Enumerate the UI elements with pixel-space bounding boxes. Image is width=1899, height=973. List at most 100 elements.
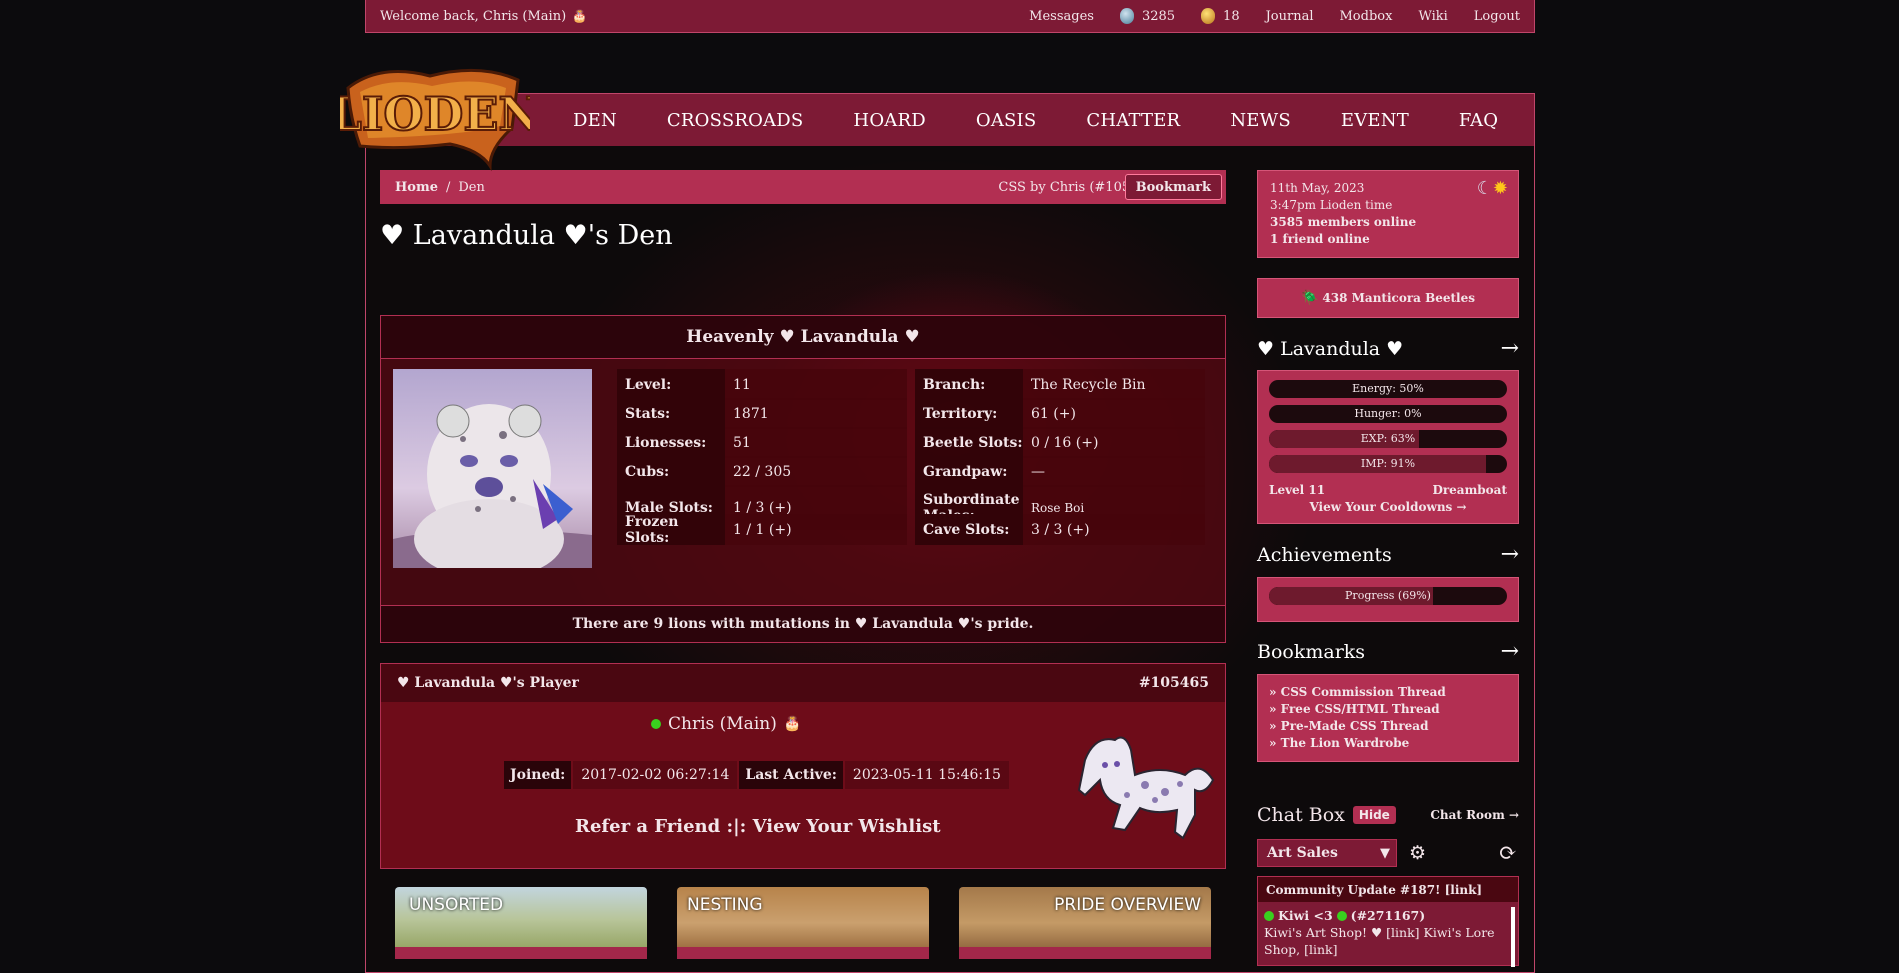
lion-stat-label: Grandpaw: bbox=[915, 456, 1023, 487]
lion-stat-bar: Hunger: 0% bbox=[1269, 405, 1507, 423]
lion-stat-label: Beetle Slots: bbox=[915, 427, 1023, 458]
chat-room-select[interactable]: Art Sales ▼ bbox=[1257, 839, 1397, 867]
player-header: ♥ Lavandula ♥'s Player bbox=[397, 675, 579, 691]
gold-beetle-icon bbox=[1201, 8, 1216, 24]
modbox-link[interactable]: Modbox bbox=[1340, 9, 1393, 24]
nav-event[interactable]: EVENT bbox=[1341, 110, 1409, 131]
moon-icon: ☾ bbox=[1476, 178, 1493, 199]
lion-stat-value[interactable]: 61 (+) bbox=[1023, 406, 1076, 422]
achievements-progress-bar: Progress (69%) bbox=[1269, 587, 1507, 605]
chat-message-text: Kiwi's Art Shop! ♥ [link] Kiwi's Lore Sh… bbox=[1264, 925, 1495, 957]
lion-stat-value: — bbox=[1031, 463, 1045, 480]
online-status-icon bbox=[651, 719, 661, 729]
breadcrumb: Home / Den CSS by Chris (#105465) Bookma… bbox=[380, 170, 1226, 204]
lion-stats-panel: Energy: 50% Hunger: 0% EXP: 63% IMP: 91% Le… bbox=[1257, 370, 1519, 524]
joined-label: Joined: bbox=[504, 761, 572, 789]
chat-scrollbar[interactable] bbox=[1511, 907, 1515, 967]
gold-beetle-balance[interactable]: 18 bbox=[1201, 8, 1240, 24]
lion-stat-label: Cubs: bbox=[617, 456, 725, 487]
bookmark-link[interactable]: » CSS Commission Thread bbox=[1269, 684, 1507, 701]
main-nav: DEN CROSSROADS HOARD OASIS CHATTER NEWS … bbox=[366, 94, 1534, 146]
lion-stat-value[interactable]: 1 / 1 (+) bbox=[725, 522, 792, 538]
tile-nesting[interactable]: NESTING bbox=[677, 887, 929, 959]
chat-pinned-message[interactable]: Community Update #187! [link] bbox=[1258, 877, 1518, 902]
lion-stat-bar: IMP: 91% bbox=[1269, 455, 1507, 473]
lion-stat-value: 51 bbox=[733, 434, 751, 451]
lion-stat-bar: Energy: 50% bbox=[1269, 380, 1507, 398]
nav-hoard[interactable]: HOARD bbox=[853, 110, 925, 131]
silver-beetle-balance[interactable]: 3285 bbox=[1119, 8, 1175, 24]
bookmark-link[interactable]: » Pre-Made CSS Thread bbox=[1269, 718, 1507, 735]
online-status-icon bbox=[1264, 910, 1274, 921]
bookmark-button[interactable]: Bookmark bbox=[1124, 174, 1222, 200]
lion-stat-value[interactable]: 0 / 16 (+) bbox=[1023, 435, 1098, 451]
journal-link[interactable]: Journal bbox=[1266, 9, 1314, 24]
lion-stat-bar-label: IMP: 91% bbox=[1360, 457, 1416, 470]
top-bar: Welcome back, Chris (Main) 🎂 Messages 32… bbox=[365, 0, 1535, 33]
lion-stat-label: Lionesses: bbox=[617, 427, 725, 458]
lion-stat-value: The Recycle Bin bbox=[1031, 376, 1146, 393]
sun-icon: ✹ bbox=[1492, 178, 1508, 199]
lion-stat-row: Cubs: 22 / 305 bbox=[617, 456, 907, 487]
tile-pride-overview[interactable]: PRIDE OVERVIEW bbox=[959, 887, 1211, 959]
player-dates: Joined: 2017-02-02 06:27:14 Last Active:… bbox=[504, 761, 1009, 789]
lion-portrait[interactable] bbox=[393, 369, 592, 568]
lion-stat-value[interactable]: 3 / 3 (+) bbox=[1023, 522, 1090, 538]
chat-panel: Community Update #187! [link] Kiwi <3 (#… bbox=[1257, 876, 1519, 967]
wishlist-link[interactable]: View Your Wishlist bbox=[753, 816, 941, 837]
beetle-icon: 🪲 bbox=[1300, 290, 1319, 306]
members-online[interactable]: 3585 members online bbox=[1270, 214, 1506, 231]
wiki-link[interactable]: Wiki bbox=[1418, 9, 1447, 24]
current-date: 11th May, 2023 bbox=[1270, 181, 1365, 195]
arrow-right-icon[interactable]: → bbox=[1501, 542, 1519, 567]
refresh-icon[interactable]: ⟳ bbox=[1499, 841, 1517, 866]
messages-link[interactable]: Messages bbox=[1029, 9, 1094, 24]
lion-level: Level 11 bbox=[1269, 483, 1326, 497]
nav-faq[interactable]: FAQ bbox=[1459, 110, 1498, 131]
lion-stat-bar-label: Energy: 50% bbox=[1352, 382, 1424, 395]
achievements-title: Achievements → bbox=[1257, 542, 1519, 567]
arrow-right-icon[interactable]: → bbox=[1501, 639, 1519, 664]
chat-room-link[interactable]: Chat Room → bbox=[1430, 808, 1519, 822]
chat-header: Chat Box Hide Chat Room → bbox=[1257, 800, 1519, 830]
nav-den[interactable]: DEN bbox=[573, 110, 617, 131]
logout-link[interactable]: Logout bbox=[1474, 9, 1520, 24]
bookmark-link[interactable]: » Free CSS/HTML Thread bbox=[1269, 701, 1507, 718]
player-name[interactable]: Chris (Main) 🎂 bbox=[651, 714, 801, 734]
lion-info-box: Heavenly ♥ Lavandula ♥ Level: 11 Branch: Th… bbox=[380, 315, 1226, 643]
lion-stat-row: Lionesses: 51 bbox=[617, 427, 907, 458]
chat-author[interactable]: Kiwi <3 bbox=[1278, 907, 1333, 924]
lion-stat-label: Territory: bbox=[915, 398, 1023, 429]
chat-hide-button[interactable]: Hide bbox=[1352, 806, 1396, 824]
lion-name[interactable]: Heavenly ♥ Lavandula ♥ bbox=[381, 316, 1225, 359]
nav-oasis[interactable]: OASIS bbox=[976, 110, 1037, 131]
lioden-logo[interactable]: LIODEN bbox=[340, 58, 530, 173]
player-lion-sprite[interactable] bbox=[1065, 720, 1215, 845]
nav-chatter[interactable]: CHATTER bbox=[1086, 110, 1180, 131]
breadcrumb-current: Den bbox=[458, 179, 485, 195]
nav-crossroads[interactable]: CROSSROADS bbox=[667, 110, 804, 131]
lion-stat-label: Level: bbox=[617, 369, 725, 400]
breadcrumb-separator: / bbox=[445, 179, 451, 195]
friends-online[interactable]: 1 friend online bbox=[1270, 231, 1506, 248]
refer-separator: :|: bbox=[726, 816, 747, 837]
lion-trait: Dreamboat bbox=[1432, 483, 1507, 497]
bookmarks-title: Bookmarks → bbox=[1257, 639, 1519, 664]
beetle-panel[interactable]: 🪲 438 Manticora Beetles bbox=[1257, 278, 1519, 318]
den-tiles: UNSORTED NESTING PRIDE OVERVIEW bbox=[395, 887, 1215, 959]
time-panel: 11th May, 2023 3:47pm Lioden time 3585 m… bbox=[1257, 170, 1519, 258]
lion-stat-row: Stats: 1871 bbox=[617, 398, 907, 429]
lion-stat-value: Rose Boi bbox=[1031, 500, 1085, 515]
caret-down-icon: ▼ bbox=[1380, 845, 1390, 861]
cooldowns-link[interactable]: View Your Cooldowns → bbox=[1269, 500, 1507, 514]
refer-friend-link[interactable]: Refer a Friend bbox=[575, 816, 720, 837]
bookmark-link[interactable]: » The Lion Wardrobe bbox=[1269, 735, 1507, 752]
lion-stat-value: 22 / 305 bbox=[733, 463, 792, 480]
breadcrumb-home[interactable]: Home bbox=[395, 180, 438, 195]
tile-unsorted[interactable]: UNSORTED bbox=[395, 887, 647, 959]
arrow-right-icon[interactable]: → bbox=[1501, 336, 1519, 361]
gear-icon[interactable]: ⚙ bbox=[1409, 842, 1426, 864]
silver-beetle-icon bbox=[1119, 8, 1134, 24]
nav-news[interactable]: NEWS bbox=[1230, 110, 1291, 131]
bookmarks-panel: » CSS Commission Thread » Free CSS/HTML … bbox=[1257, 674, 1519, 762]
